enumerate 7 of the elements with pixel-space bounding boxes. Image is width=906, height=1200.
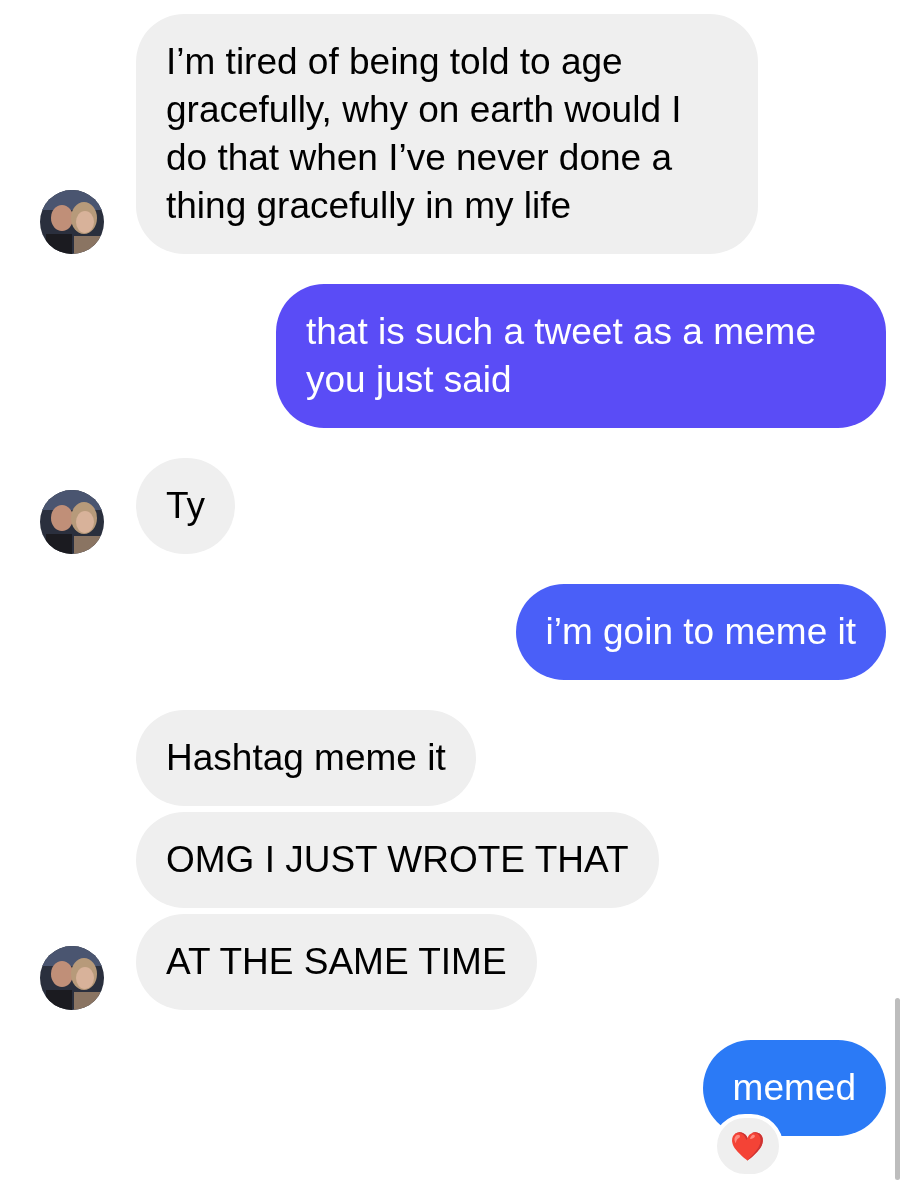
- message-bubble: Hashtag meme it: [136, 710, 476, 806]
- message-bubble: I’m tired of being told to age gracefully, why on earth would I do that when I’ve never done a thing gracefully in my life: [136, 14, 758, 254]
- message-bubble: i’m goin to meme it: [515, 584, 886, 680]
- message-bubble: Ty: [136, 458, 236, 554]
- message-bubble: AT THE SAME TIME: [136, 914, 537, 1010]
- message-bubble: OMG I JUST WROTE THAT: [136, 812, 659, 908]
- message-bubble: that is such a tweet as a meme you just said: [276, 284, 886, 428]
